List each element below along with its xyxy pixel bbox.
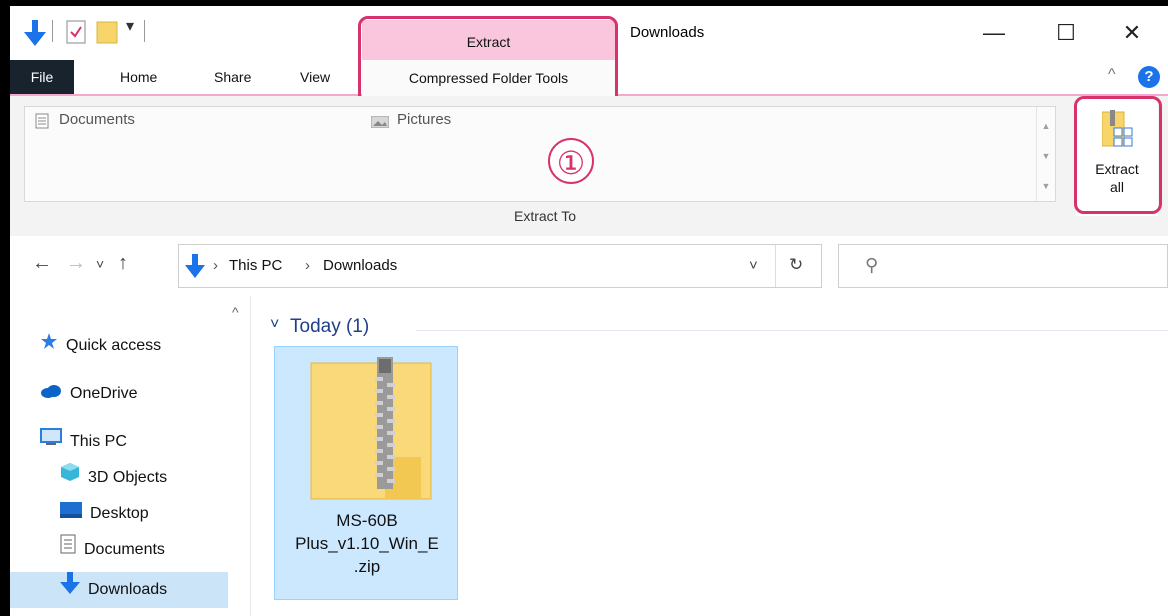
nav-scroll-up-icon[interactable]: ^ xyxy=(232,304,239,320)
nav-label: Downloads xyxy=(88,581,168,599)
cloud-icon xyxy=(40,376,62,412)
file-name-line-1: MS-60B xyxy=(336,511,398,530)
toolbar-separator xyxy=(144,20,145,42)
navigation-bar: ← → ˅ ↑ › This PC › Downloads ˅ ↻ ⚲ xyxy=(10,236,1168,296)
nav-item-onedrive[interactable]: OneDrive xyxy=(10,376,230,412)
forward-button[interactable]: → xyxy=(66,252,86,275)
customize-dropdown-icon[interactable]: ▾ xyxy=(126,16,134,36)
breadcrumb-this-pc[interactable]: This PC xyxy=(229,257,282,274)
toolbar-separator xyxy=(52,20,53,42)
group-label-extract-to: Extract To xyxy=(514,208,576,224)
nav-label: Documents xyxy=(84,541,165,559)
nav-label: 3D Objects xyxy=(88,469,168,487)
nav-label: Quick access xyxy=(66,337,162,355)
help-icon[interactable]: ? xyxy=(1138,66,1160,88)
document-icon xyxy=(35,113,49,134)
recent-locations-button[interactable]: ˅ xyxy=(96,256,104,272)
tab-file[interactable]: File xyxy=(10,60,74,94)
tab-home[interactable]: Home xyxy=(106,60,171,94)
refresh-button[interactable]: ↻ xyxy=(789,255,803,275)
file-name-line-2: Plus_v1.10_Win_E xyxy=(295,534,439,553)
gallery-scrollbar[interactable]: ▲ ▼ ▼ xyxy=(1036,107,1055,201)
collapse-ribbon-icon[interactable]: ^ xyxy=(1108,66,1116,84)
tab-share[interactable]: Share xyxy=(200,60,265,94)
nav-item-desktop[interactable]: Desktop xyxy=(10,496,230,532)
properties-icon[interactable] xyxy=(66,20,86,49)
group-collapse-icon[interactable]: ˅ xyxy=(270,316,279,334)
minimize-button[interactable]: — xyxy=(974,16,1014,50)
search-icon: ⚲ xyxy=(865,255,879,275)
explorer-window: ▾ Downloads — ☐ ✕ Extract File Home Shar… xyxy=(10,6,1168,616)
close-button[interactable]: ✕ xyxy=(1112,16,1152,50)
file-name: MS-60B Plus_v1.10_Win_E .zip xyxy=(275,509,459,578)
maximize-button[interactable]: ☐ xyxy=(1046,16,1086,50)
breadcrumb-separator[interactable]: › xyxy=(213,257,218,274)
group-header-today[interactable]: Today (1) xyxy=(290,316,369,338)
navigation-pane: ^ Quick access OneDrive This PC 3D Objec… xyxy=(10,300,239,616)
pane-divider[interactable] xyxy=(250,296,251,616)
back-button[interactable]: ← xyxy=(32,252,52,275)
file-name-line-3: .zip xyxy=(353,557,381,576)
group-header-line xyxy=(416,330,1168,331)
download-arrow-icon[interactable] xyxy=(24,20,46,51)
gallery-scroll-up-icon[interactable]: ▲ xyxy=(1037,121,1055,131)
nav-item-quick-access[interactable]: Quick access xyxy=(10,328,230,364)
nav-label: This PC xyxy=(70,433,127,451)
gallery-item-documents[interactable]: Documents xyxy=(59,111,135,128)
breadcrumb-separator[interactable]: › xyxy=(305,257,310,274)
nav-item-3d-objects[interactable]: 3D Objects xyxy=(10,460,230,496)
address-dropdown-button[interactable]: ˅ xyxy=(749,257,758,274)
up-button[interactable]: ↑ xyxy=(118,252,128,275)
picture-icon xyxy=(370,115,390,133)
nav-item-this-pc[interactable]: This PC xyxy=(10,424,230,460)
window-title: Downloads xyxy=(630,24,705,41)
highlight-box-extract-all xyxy=(1074,96,1162,214)
breadcrumb-downloads[interactable]: Downloads xyxy=(323,257,397,274)
cube-icon xyxy=(60,460,80,496)
annotation-marker-1: ① xyxy=(548,138,594,184)
download-arrow-icon xyxy=(185,254,205,283)
file-list: ˅ Today (1) MS-60B Plus_v1.10_Win_E .zip xyxy=(256,300,1168,616)
search-input[interactable]: ⚲ xyxy=(838,244,1168,288)
gallery-more-icon[interactable]: ▼ xyxy=(1037,181,1055,191)
nav-item-documents[interactable]: Documents xyxy=(10,532,230,568)
star-icon xyxy=(40,328,58,364)
gallery-item-pictures[interactable]: Pictures xyxy=(397,111,451,128)
nav-label: OneDrive xyxy=(70,385,138,403)
gallery-scroll-down-icon[interactable]: ▼ xyxy=(1037,151,1055,161)
download-arrow-icon xyxy=(60,572,80,608)
new-folder-icon[interactable] xyxy=(96,20,118,49)
nav-item-downloads[interactable]: Downloads xyxy=(10,572,228,608)
nav-label: Desktop xyxy=(90,505,149,523)
file-item-zip[interactable]: MS-60B Plus_v1.10_Win_E .zip xyxy=(274,346,458,600)
extract-to-gallery: Documents Pictures ▲ ▼ ▼ xyxy=(24,106,1056,202)
address-bar[interactable]: › This PC › Downloads ˅ ↻ xyxy=(178,244,822,288)
address-divider xyxy=(775,245,776,287)
tab-view[interactable]: View xyxy=(286,60,344,94)
desktop-icon xyxy=(60,496,82,532)
document-icon xyxy=(60,532,76,568)
zip-folder-icon xyxy=(309,357,433,506)
monitor-icon xyxy=(40,424,62,460)
